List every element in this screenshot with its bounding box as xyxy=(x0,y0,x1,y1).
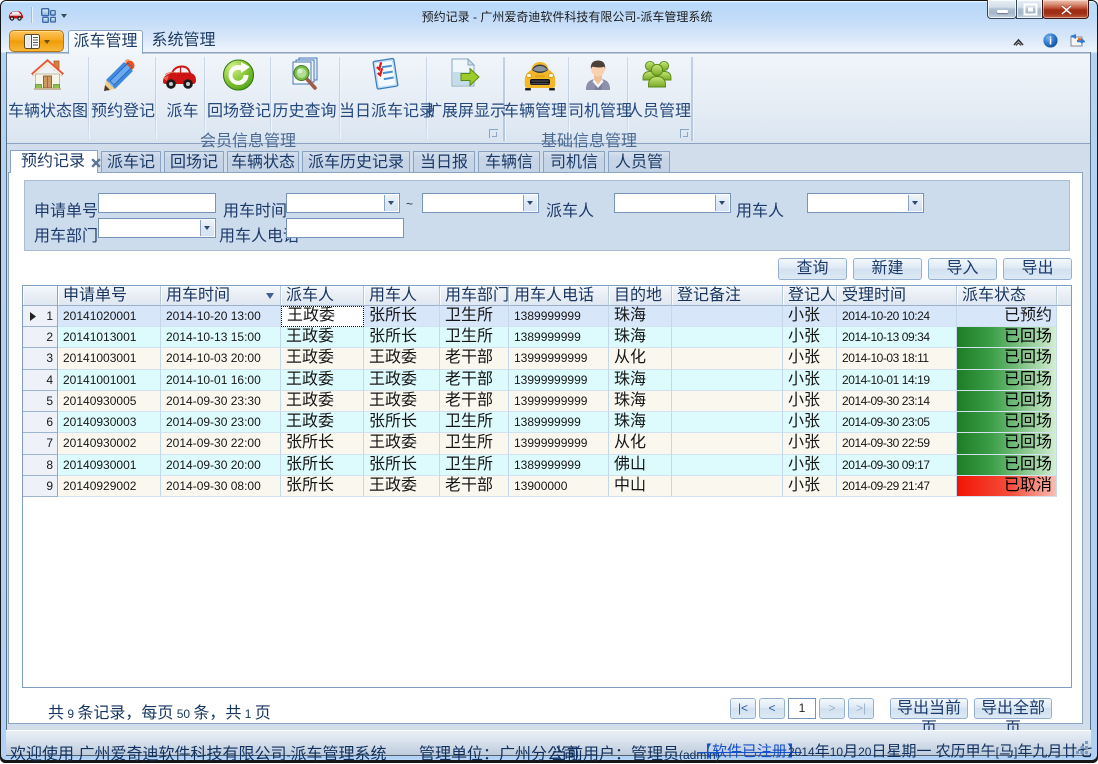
svg-text:i: i xyxy=(1049,36,1052,48)
